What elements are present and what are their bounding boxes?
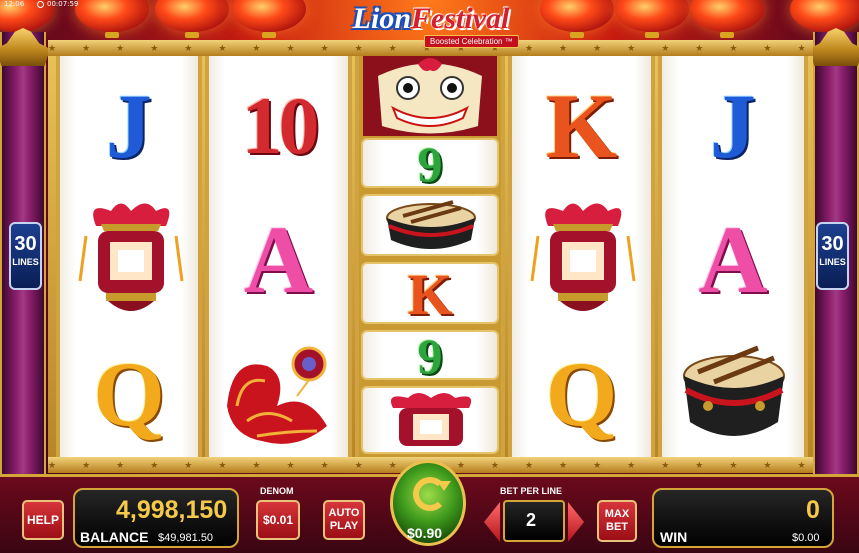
- win-credits: 0: [806, 496, 820, 524]
- win-label: WIN: [660, 529, 688, 545]
- status-bar: 12:06 00:07:59: [0, 0, 859, 9]
- lion-head-symbol: [363, 56, 497, 136]
- lines-label: LINES: [819, 257, 846, 267]
- symbol-k: K: [545, 75, 618, 177]
- spin-bet-value: $0.90: [407, 525, 443, 541]
- logo-tm: ™: [504, 37, 513, 46]
- reel3-cell: 9: [361, 138, 499, 188]
- autoplay-button[interactable]: AUTO PLAY: [323, 500, 365, 540]
- spin-arrow-icon: [413, 477, 451, 511]
- timer-icon: [37, 1, 44, 8]
- lantern-symbol: [530, 203, 636, 311]
- help-button[interactable]: HELP: [22, 500, 64, 540]
- game-stage: 12:06 00:07:59 30 LINES 30 LINES ★★★★★★★…: [0, 0, 859, 553]
- symbol-9: 9: [417, 138, 443, 188]
- spin-button[interactable]: $0.90: [390, 460, 466, 546]
- symbol-k: K: [407, 262, 453, 324]
- drum-symbol: [386, 200, 476, 249]
- reel-1: J Q: [56, 56, 202, 457]
- session-timer: 00:07:59: [47, 0, 79, 8]
- lantern-symbol: [390, 393, 472, 446]
- max-bet-label-2: BET: [606, 521, 628, 533]
- lines-badge-left: 30 LINES: [9, 222, 42, 290]
- reel3-cell: K: [361, 262, 499, 324]
- balance-label: BALANCE: [80, 529, 149, 545]
- reel-4: K Q: [508, 56, 655, 457]
- bet-per-line-label: BET PER LINE: [500, 486, 563, 496]
- symbol-9: 9: [417, 330, 443, 380]
- win-value: $0.00: [792, 532, 820, 544]
- clock-text: 12:06: [4, 0, 25, 8]
- balance-value: $49,981.50: [158, 532, 214, 544]
- symbol-j: J: [710, 75, 756, 177]
- logo-subtitle-text: Boosted Celebration: [430, 37, 503, 46]
- logo-subtitle: Boosted Celebration ™: [424, 35, 519, 48]
- bet-per-line-value: 2: [526, 510, 537, 530]
- autoplay-label-2: PLAY: [329, 520, 359, 532]
- reel-3: 9 K 9: [355, 56, 505, 457]
- reel3-cell: [361, 194, 499, 256]
- lantern-symbol: [78, 203, 184, 311]
- symbol-10: 10: [241, 80, 320, 171]
- denom-label: DENOM: [260, 486, 294, 496]
- game-logo: LionFestival Boosted Celebration ™: [335, 2, 527, 56]
- lines-label: LINES: [12, 257, 39, 267]
- symbol-j: J: [106, 75, 152, 177]
- max-bet-button[interactable]: MAX BET: [597, 500, 637, 542]
- autoplay-label-1: AUTO: [328, 507, 360, 519]
- reel-5: J A: [658, 56, 808, 457]
- drum-symbol: [683, 345, 785, 436]
- reel3-cell: [361, 386, 499, 454]
- lines-badge-right: 30 LINES: [816, 222, 849, 290]
- symbol-a: A: [698, 206, 768, 313]
- symbol-q: Q: [93, 343, 165, 445]
- reel-2: 10 A: [205, 56, 352, 457]
- help-label: HELP: [26, 513, 59, 527]
- denom-button[interactable]: $0.01: [256, 500, 300, 540]
- max-bet-label-1: MAX: [604, 508, 630, 520]
- symbol-a: A: [243, 206, 314, 313]
- symbol-q: Q: [545, 343, 618, 445]
- reel3-cell: 9: [361, 330, 499, 380]
- firecrackers-symbol: [227, 346, 327, 444]
- lines-count: 30: [821, 233, 844, 255]
- lines-count: 30: [14, 233, 37, 255]
- credits-value: 4,998,150: [116, 496, 228, 524]
- denom-value: $0.01: [262, 513, 294, 527]
